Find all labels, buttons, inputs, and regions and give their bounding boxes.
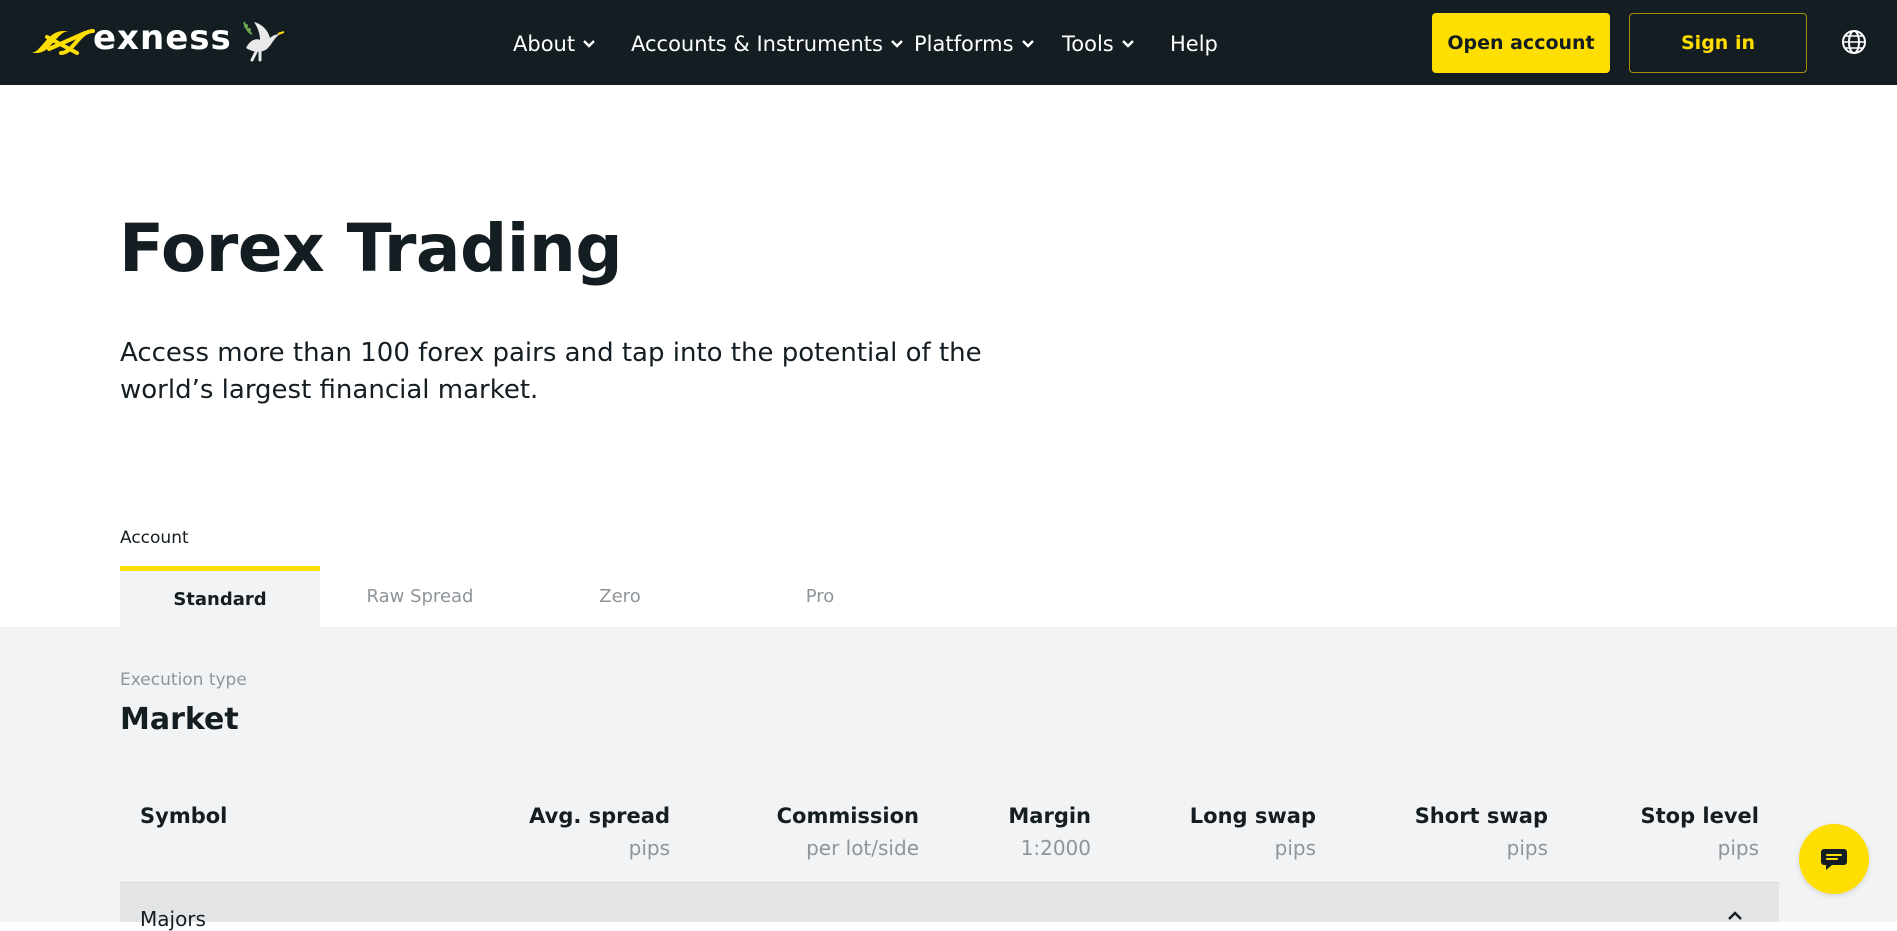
column-sub-margin: 1:2000 xyxy=(1020,836,1091,860)
nav-accounts-instruments[interactable]: Accounts & Instruments xyxy=(631,28,904,60)
page-subtitle: Access more than 100 forex pairs and tap… xyxy=(120,338,982,405)
nav-about-label: About xyxy=(513,32,576,56)
nav-about[interactable]: About xyxy=(513,28,596,60)
column-sub-short-swap: pips xyxy=(1506,836,1548,860)
tab-raw-spread[interactable]: Raw Spread xyxy=(320,566,520,627)
column-header-avg-spread: Avg. spread xyxy=(529,804,670,828)
chevron-down-icon xyxy=(891,40,903,48)
tab-standard[interactable]: Standard xyxy=(120,566,320,627)
chat-button[interactable] xyxy=(1799,824,1869,894)
column-header-long-swap: Long swap xyxy=(1189,804,1316,828)
column-header-commission: Commission xyxy=(776,804,919,828)
globe-icon[interactable] xyxy=(1841,29,1867,55)
chat-bubble-icon xyxy=(1821,849,1847,870)
column-header-stop-level: Stop level xyxy=(1640,804,1759,828)
account-tabs: Standard Raw Spread Zero Pro xyxy=(120,566,920,627)
column-sub-commission: per lot/side xyxy=(806,836,919,860)
tab-zero[interactable]: Zero xyxy=(520,566,720,627)
tab-pro[interactable]: Pro xyxy=(720,566,920,627)
chevron-down-icon xyxy=(1021,40,1034,48)
chevron-up-icon xyxy=(1728,911,1742,920)
nav-platforms-label: Platforms xyxy=(914,32,1014,56)
column-sub-avg-spread: pips xyxy=(628,836,670,860)
nav-platforms[interactable]: Platforms xyxy=(914,28,1035,60)
sign-in-button[interactable]: Sign in xyxy=(1629,13,1807,73)
logo-text: exness xyxy=(93,18,232,58)
dove-icon xyxy=(242,21,284,62)
page-title: Forex Trading xyxy=(119,210,623,287)
nav-accounts-instruments-label: Accounts & Instruments xyxy=(631,32,883,56)
column-header-symbol: Symbol xyxy=(140,804,228,828)
chevron-down-icon xyxy=(583,40,595,48)
column-sub-long-swap: pips xyxy=(1274,836,1316,860)
nav-tools[interactable]: Tools xyxy=(1062,28,1135,60)
group-label-majors: Majors xyxy=(140,907,206,931)
open-account-button[interactable]: Open account xyxy=(1432,13,1610,73)
exness-mark-icon xyxy=(31,29,95,55)
column-header-margin: Margin xyxy=(1008,804,1091,828)
chevron-down-icon xyxy=(1121,40,1134,48)
execution-type-label: Execution type xyxy=(120,670,247,690)
column-sub-stop-level: pips xyxy=(1717,836,1759,860)
nav-help[interactable]: Help xyxy=(1170,28,1218,60)
account-label: Account xyxy=(120,528,189,548)
exness-logo[interactable]: exness xyxy=(29,16,284,66)
instruments-section xyxy=(0,627,1897,922)
execution-type-value: Market xyxy=(120,702,239,737)
group-row-majors[interactable]: Majors xyxy=(120,883,1779,931)
nav-help-label: Help xyxy=(1170,32,1218,56)
column-header-short-swap: Short swap xyxy=(1414,804,1548,828)
top-navigation-bar: exness About Accounts & Instruments Plat… xyxy=(0,0,1897,85)
nav-tools-label: Tools xyxy=(1062,32,1114,56)
